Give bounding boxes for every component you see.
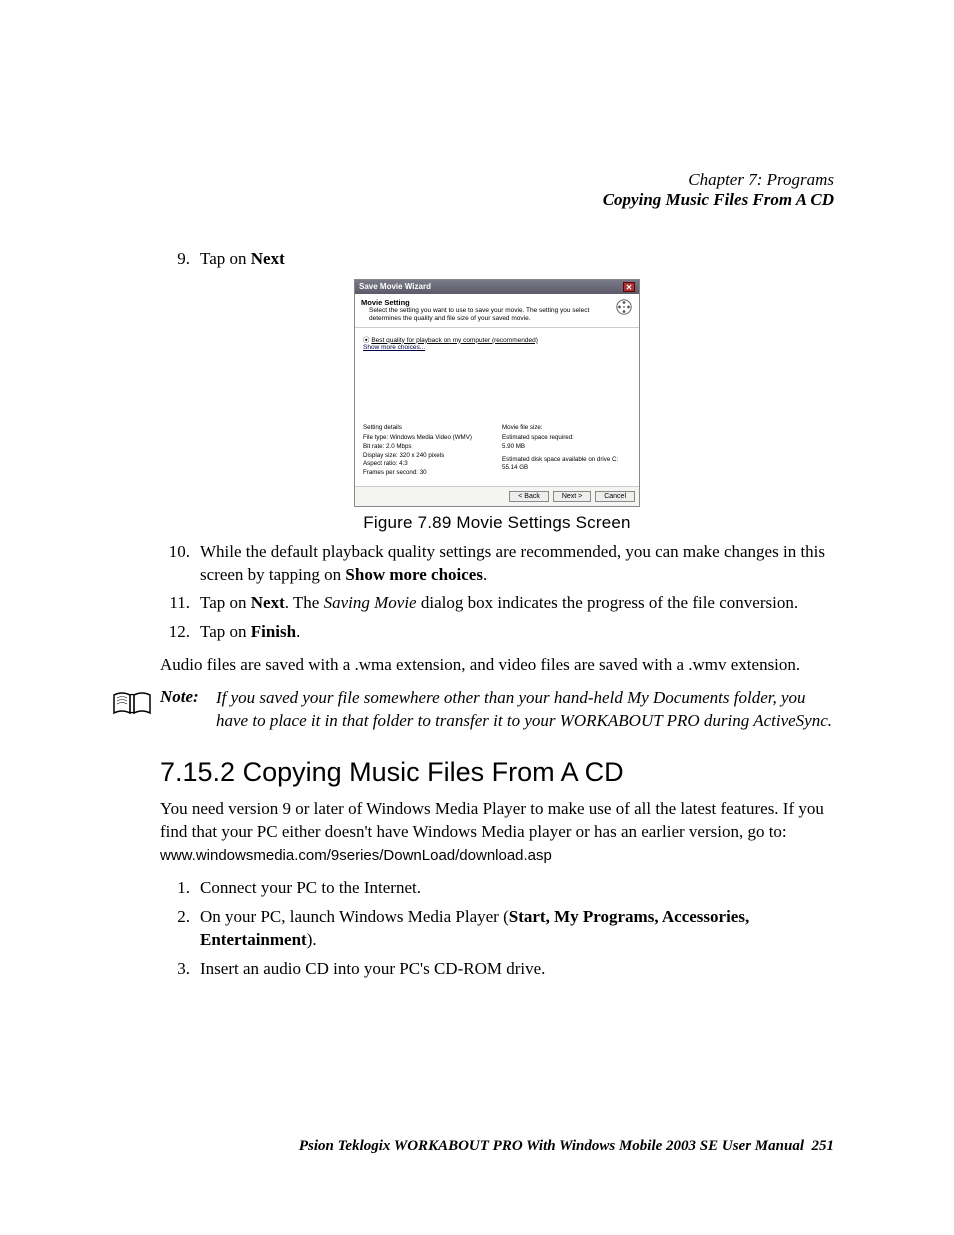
size-line: 55.14 GB [502, 464, 631, 473]
page-footer: Psion Teklogix WORKABOUT PRO With Window… [160, 1138, 834, 1155]
wizard-heading: Movie Setting [361, 298, 609, 307]
step-text: . [483, 565, 487, 584]
figure-caption: Figure 7.89 Movie Settings Screen [160, 513, 834, 533]
file-size-col: Movie file size: Estimated space require… [502, 424, 631, 478]
step-bold: Next [251, 249, 285, 268]
radio-option[interactable]: ⦿ Best quality for playback on my comput… [363, 334, 631, 344]
step-text: ). [307, 930, 317, 949]
close-icon[interactable]: ✕ [623, 282, 635, 292]
wizard-button-bar: < Back Next > Cancel [355, 486, 639, 506]
film-reel-icon [615, 298, 633, 316]
size-heading: Movie file size: [502, 424, 631, 433]
paragraph: You need version 9 or later of Windows M… [160, 798, 834, 867]
back-button[interactable]: < Back [509, 491, 549, 502]
step-text: Show more choices [345, 565, 483, 584]
step-list-a: 9.Tap on Next [160, 248, 834, 271]
size-line: 5.90 MB [502, 443, 631, 452]
figure: Save Movie Wizard ✕ Movie Setting Select… [160, 279, 834, 533]
page-header: Chapter 7: Programs Copying Music Files … [160, 170, 834, 210]
book-icon [112, 689, 152, 722]
step-text: . [296, 622, 300, 641]
detail-line: Aspect ratio: 4:3 [363, 460, 492, 469]
detail-line: File type: Windows Media Video (WMV) [363, 434, 492, 443]
wizard-heading-desc: Select the setting you want to use to sa… [361, 307, 609, 323]
setting-details-col: Setting details File type: Windows Media… [363, 424, 492, 478]
details-heading: Setting details [363, 424, 492, 433]
note: Note: If you saved your file somewhere o… [160, 687, 834, 733]
chapter-label: Chapter 7: Programs [160, 170, 834, 190]
wizard-header: Movie Setting Select the setting you wan… [355, 294, 639, 328]
step-text: Tap on [200, 249, 251, 268]
step-text: On your PC, launch Windows Media Player … [200, 907, 509, 926]
step-text: Finish [251, 622, 296, 641]
wizard-details: Setting details File type: Windows Media… [355, 420, 639, 486]
list-item: 11.Tap on Next. The Saving Movie dialog … [160, 592, 834, 615]
step-text: Next [251, 593, 285, 612]
paragraph: Audio files are saved with a .wma extens… [160, 654, 834, 677]
size-line: Estimated space required: [502, 434, 631, 443]
footer-text: Psion Teklogix WORKABOUT PRO With Window… [299, 1138, 804, 1154]
list-number: 10. [156, 541, 190, 564]
step-list-b: 10.While the default playback quality se… [160, 541, 834, 645]
list-item: 9.Tap on Next [160, 248, 834, 271]
list-number: 3. [156, 958, 190, 981]
cancel-button[interactable]: Cancel [595, 491, 635, 502]
url-text: www.windowsmedia.com/9series/DownLoad/do… [160, 847, 552, 864]
step-text: Tap on [200, 622, 251, 641]
detail-line: Display size: 320 x 240 pixels [363, 452, 492, 461]
list-number: 11. [156, 592, 190, 615]
wizard-body: ⦿ Best quality for playback on my comput… [355, 328, 639, 420]
detail-line: Frames per second: 30 [363, 469, 492, 478]
page-number: 251 [812, 1138, 835, 1154]
step-text: Insert an audio CD into your PC's CD-ROM… [200, 959, 545, 978]
step-text: dialog box indicates the progress of the… [417, 593, 798, 612]
list-number: 9. [156, 248, 190, 271]
list-item: 1.Connect your PC to the Internet. [160, 877, 834, 900]
detail-line: Bit rate: 2.0 Mbps [363, 443, 492, 452]
step-text: . The [285, 593, 324, 612]
heading-2: 7.15.2 Copying Music Files From A CD [160, 757, 834, 788]
list-number: 12. [156, 621, 190, 644]
note-label: Note: [160, 687, 216, 707]
wizard-titlebar: Save Movie Wizard ✕ [355, 280, 639, 294]
note-text: If you saved your file somewhere other t… [216, 687, 834, 733]
next-button[interactable]: Next > [553, 491, 591, 502]
list-item: 10.While the default playback quality se… [160, 541, 834, 587]
list-item: 12.Tap on Finish. [160, 621, 834, 644]
section-title: Copying Music Files From A CD [160, 190, 834, 210]
step-text: While the default playback quality setti… [200, 542, 825, 584]
list-item: 2.On your PC, launch Windows Media Playe… [160, 906, 834, 952]
show-more-link[interactable]: Show more choices... [363, 344, 631, 351]
list-item: 3.Insert an audio CD into your PC's CD-R… [160, 958, 834, 981]
list-number: 1. [156, 877, 190, 900]
step-list-c: 1.Connect your PC to the Internet. 2.On y… [160, 877, 834, 981]
step-text: Saving Movie [324, 593, 417, 612]
wizard-window: Save Movie Wizard ✕ Movie Setting Select… [354, 279, 640, 507]
step-text: Tap on [200, 593, 251, 612]
wizard-title: Save Movie Wizard [359, 282, 431, 291]
size-line: Estimated disk space available on drive … [502, 456, 631, 465]
list-number: 2. [156, 906, 190, 929]
step-text: Connect your PC to the Internet. [200, 878, 421, 897]
intro-text: You need version 9 or later of Windows M… [160, 799, 824, 841]
